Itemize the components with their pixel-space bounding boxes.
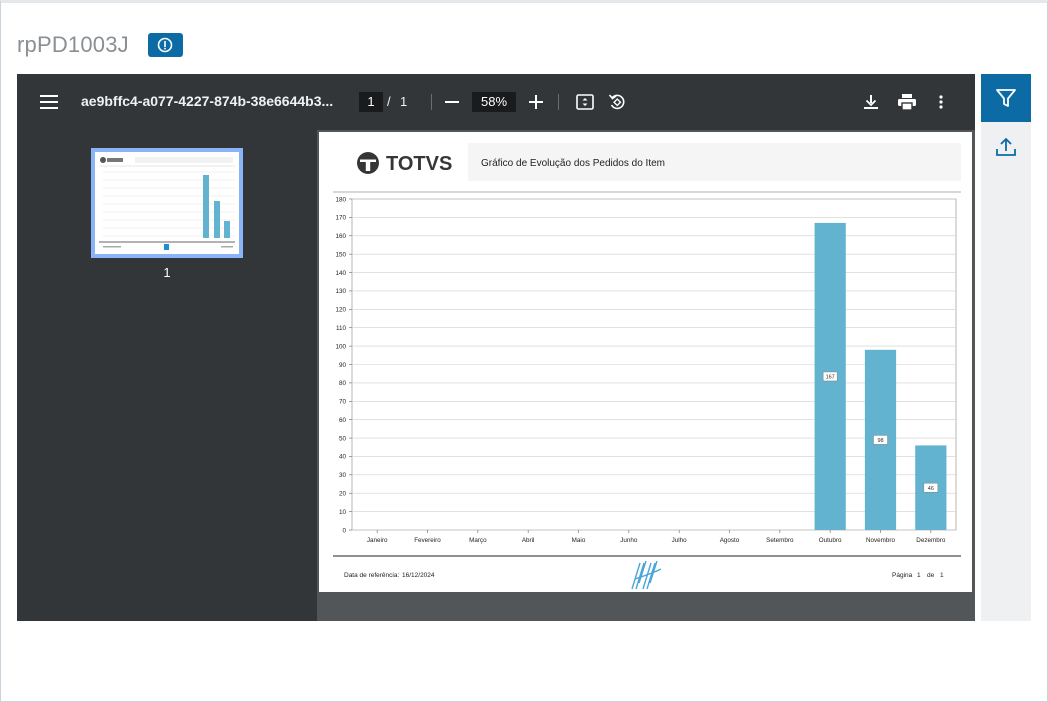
pdf-viewer: ae9bffc4-a077-4227-874b-38e6644b3... 1 /… bbox=[17, 74, 975, 621]
footer-page-of: de bbox=[927, 572, 935, 579]
page-separator: / bbox=[387, 94, 391, 109]
filter-icon bbox=[996, 89, 1016, 107]
page-header: rpPD1003J bbox=[17, 30, 183, 60]
totvs-logo: TOTVS bbox=[357, 152, 452, 175]
fit-page-icon bbox=[576, 94, 594, 110]
y-tick-label: 180 bbox=[335, 196, 346, 203]
x-tick-label: Julho bbox=[672, 537, 688, 544]
right-action-rail bbox=[981, 74, 1031, 621]
y-tick-label: 150 bbox=[335, 251, 346, 258]
y-tick-label: 50 bbox=[339, 435, 347, 442]
y-tick-label: 90 bbox=[339, 362, 347, 369]
page-number-input[interactable]: 1 bbox=[359, 92, 383, 112]
y-tick-label: 20 bbox=[339, 491, 347, 498]
print-icon bbox=[898, 94, 916, 110]
page-total: 1 bbox=[400, 94, 408, 109]
x-tick-label: Março bbox=[469, 537, 487, 544]
zoom-out-button[interactable] bbox=[441, 90, 463, 114]
upload-icon bbox=[996, 137, 1016, 156]
x-tick-label: Novembro bbox=[866, 537, 896, 544]
footer-ref-label: Data de referência: bbox=[344, 572, 399, 579]
pdf-toolbar: ae9bffc4-a077-4227-874b-38e6644b3... 1 /… bbox=[17, 74, 975, 130]
more-actions-button[interactable] bbox=[931, 90, 951, 114]
logo-text: TOTVS bbox=[386, 153, 452, 175]
bar-chart: 0 10 20 30 40 50 60 70 80 90 100 110 120 130 140 150 160… bbox=[335, 196, 957, 544]
x-tick-label: Agosto bbox=[720, 537, 740, 544]
zoom-in-button[interactable] bbox=[525, 90, 547, 114]
y-tick-label: 40 bbox=[339, 454, 347, 461]
info-circle-icon bbox=[158, 37, 173, 53]
footer-page-num: 1 bbox=[917, 572, 921, 579]
toolbar-divider bbox=[558, 94, 559, 110]
y-tick-label: 70 bbox=[339, 399, 347, 406]
thumbnail-preview bbox=[95, 152, 239, 254]
rotate-button[interactable] bbox=[605, 90, 629, 114]
data-label: 167 bbox=[826, 375, 835, 381]
x-tick-label: Outubro bbox=[819, 537, 842, 544]
hamburger-menu-icon bbox=[40, 95, 58, 109]
info-button[interactable] bbox=[147, 33, 183, 57]
toolbar-divider bbox=[431, 94, 432, 110]
rotate-icon bbox=[608, 94, 625, 110]
y-tick-label: 60 bbox=[339, 417, 347, 424]
filter-button[interactable] bbox=[981, 74, 1031, 122]
page-title: rpPD1003J bbox=[17, 32, 129, 57]
fit-page-button[interactable] bbox=[573, 90, 597, 114]
footer-page-label: Página bbox=[892, 572, 913, 579]
y-tick-label: 0 bbox=[342, 527, 346, 534]
document-name: ae9bffc4-a077-4227-874b-38e6644b3... bbox=[81, 93, 334, 109]
y-tick-label: 120 bbox=[335, 307, 346, 314]
more-vertical-icon bbox=[939, 95, 943, 109]
y-tick-label: 160 bbox=[335, 233, 346, 240]
y-tick-label: 100 bbox=[335, 343, 346, 350]
minus-icon bbox=[445, 101, 459, 103]
x-tick-label: Fevereiro bbox=[414, 537, 441, 544]
data-label: 98 bbox=[877, 438, 883, 444]
menu-button[interactable] bbox=[37, 90, 61, 114]
thumbnail-sidebar: 1 bbox=[17, 130, 317, 621]
y-tick-label: 10 bbox=[339, 509, 347, 516]
x-tick-label: Dezembro bbox=[916, 537, 946, 544]
x-tick-label: Setembro bbox=[766, 537, 794, 544]
upload-button[interactable] bbox=[981, 126, 1031, 168]
y-tick-label: 80 bbox=[339, 380, 347, 387]
page-thumbnail[interactable] bbox=[91, 148, 243, 258]
x-tick-label: Maio bbox=[572, 537, 586, 544]
footer-page-total: 1 bbox=[940, 572, 944, 579]
x-tick-label: Abril bbox=[522, 537, 535, 544]
zoom-level-input[interactable]: 58% bbox=[472, 92, 516, 112]
print-button[interactable] bbox=[894, 90, 920, 114]
y-tick-label: 170 bbox=[335, 215, 346, 222]
y-tick-label: 130 bbox=[335, 288, 346, 295]
plus-icon bbox=[529, 95, 543, 109]
y-tick-label: 30 bbox=[339, 472, 347, 479]
footer-ref-date: 16/12/2024 bbox=[402, 572, 435, 579]
download-icon bbox=[864, 95, 878, 109]
report-title: Gráfico de Evolução dos Pedidos do Item bbox=[481, 158, 665, 169]
thumbnail-page-label: 1 bbox=[163, 265, 171, 280]
x-tick-label: Junho bbox=[620, 537, 638, 544]
y-tick-label: 140 bbox=[335, 270, 346, 277]
download-button[interactable] bbox=[859, 90, 883, 114]
y-tick-label: 110 bbox=[336, 325, 347, 332]
report-page: TOTVS Gráfico de Evolução dos Pedidos do… bbox=[319, 132, 972, 592]
data-label: 46 bbox=[928, 486, 934, 492]
report-page-canvas: TOTVS Gráfico de Evolução dos Pedidos do… bbox=[319, 132, 972, 592]
x-tick-label: Janeiro bbox=[367, 537, 388, 544]
